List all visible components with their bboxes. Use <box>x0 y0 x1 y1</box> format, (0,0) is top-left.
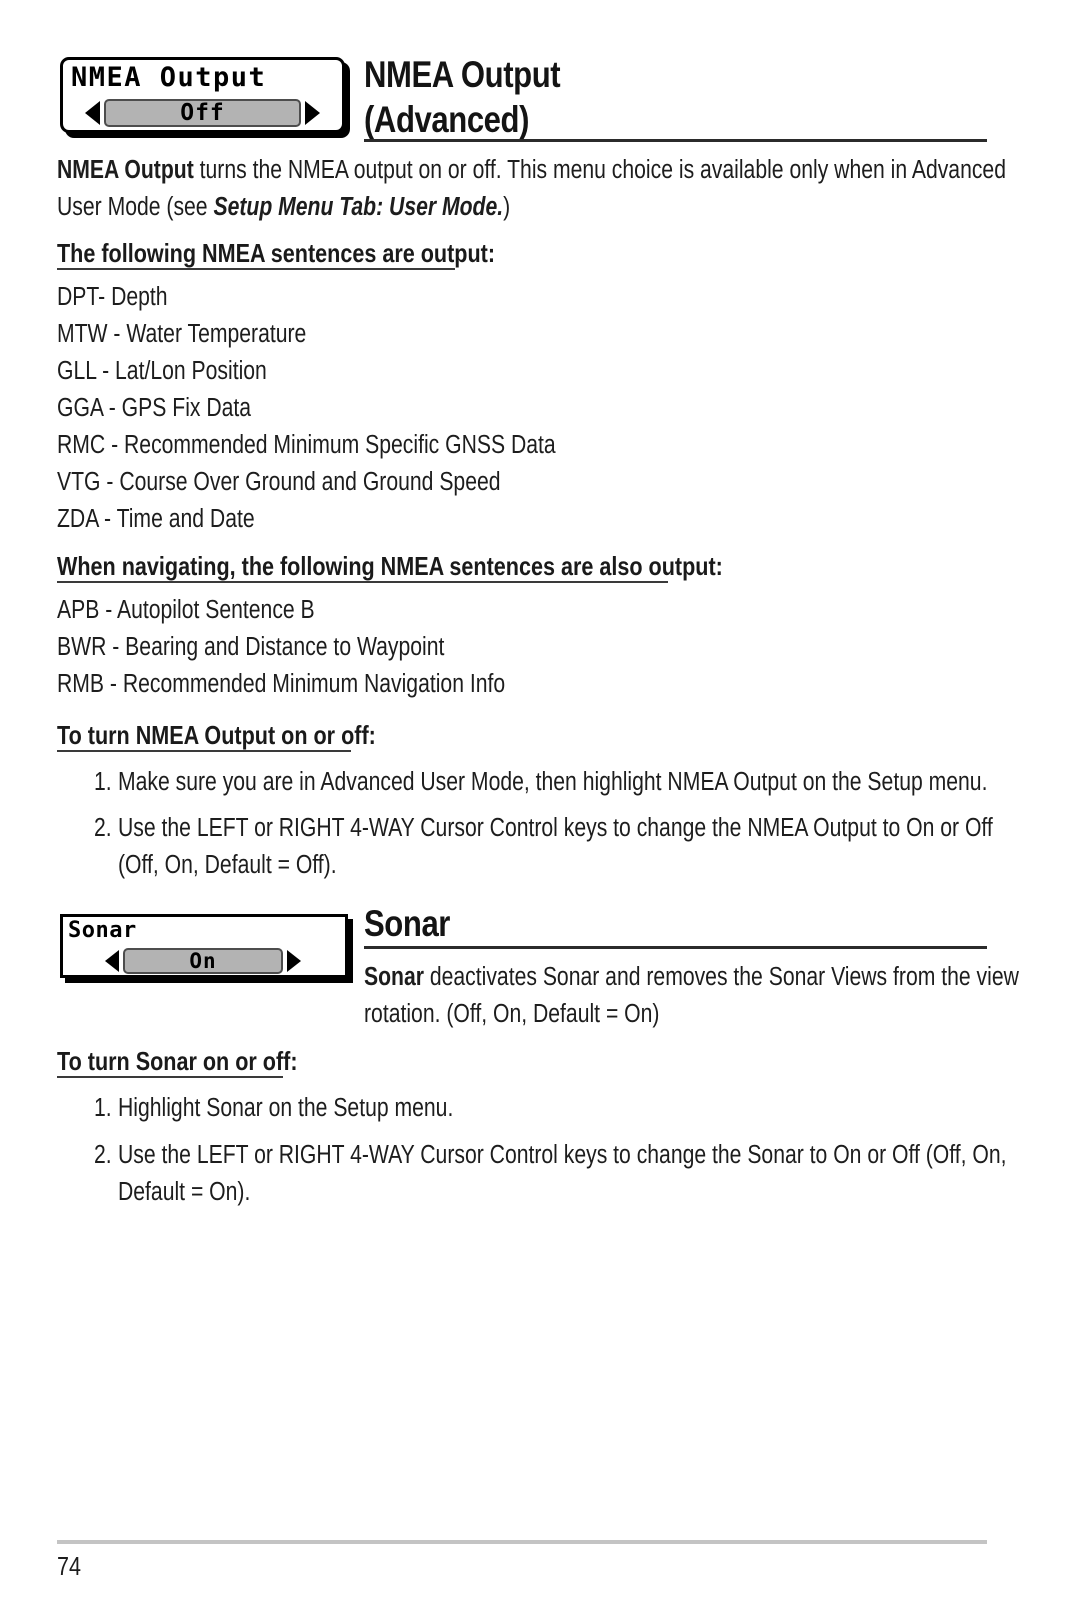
left-arrow-icon[interactable] <box>85 101 100 125</box>
right-arrow-icon[interactable] <box>287 950 301 972</box>
sonar-menu-selector[interactable]: On <box>105 948 305 974</box>
page-subtitle: (Advanced) <box>364 99 530 140</box>
nmea-sentences-heading-underline <box>57 268 455 270</box>
footer-divider <box>57 1540 987 1544</box>
nmea-intro-line-2: User Mode (see Setup Menu Tab: User Mode… <box>57 189 603 226</box>
page-title: NMEA Output <box>364 54 561 95</box>
nmea-sentence-item: GLL - Lat/Lon Position <box>57 357 267 385</box>
sonar-steps-heading: To turn Sonar on or off: <box>57 1046 298 1076</box>
manual-page: NMEA Output Off NMEA Output (Advanced) N… <box>0 0 1080 1620</box>
nmea-navigating-heading: When navigating, the following NMEA sent… <box>57 551 723 581</box>
sonar-step-text: Use the LEFT or RIGHT 4-WAY Cursor Contr… <box>118 1141 1007 1169</box>
nmea-sentence-item: ZDA - Time and Date <box>57 505 255 533</box>
sonar-title-divider <box>364 946 987 949</box>
sonar-intro-rest: deactivates Sonar and removes the Sonar … <box>423 963 1019 991</box>
nmea-step-number: 1. <box>93 768 112 796</box>
nmea-step-number: 2. <box>93 814 112 842</box>
nmea-step-text: Make sure you are in Advanced User Mode,… <box>118 768 988 796</box>
nmea-sentence-item: RMC - Recommended Minimum Specific GNSS … <box>57 431 556 459</box>
nmea-sentence-item: MTW - Water Temperature <box>57 320 307 348</box>
nmea-output-value-box[interactable]: Off <box>104 99 301 127</box>
nmea-navigating-heading-underline <box>57 581 668 583</box>
sonar-step-number: 1. <box>93 1094 112 1122</box>
sonar-intro-bold: Sonar <box>364 963 424 991</box>
nmea-intro-line-1: NMEA Output turns the NMEA output on or … <box>57 152 1080 189</box>
sonar-step-number: 2. <box>93 1141 112 1169</box>
sonar-step-text: Default = On). <box>118 1178 251 1206</box>
sonar-steps-heading-underline <box>57 1076 283 1078</box>
nmea-steps-heading: To turn NMEA Output on or off: <box>57 720 376 750</box>
page-number: 74 <box>57 1551 82 1581</box>
sonar-intro-line-1: Sonar deactivates Sonar and removes the … <box>364 959 1080 996</box>
sonar-title: Sonar <box>364 903 450 944</box>
nmea-sentence-item: GGA - GPS Fix Data <box>57 394 252 422</box>
nmea-sentences-heading: The following NMEA sentences are output: <box>57 238 496 268</box>
title-divider <box>364 139 987 142</box>
nmea-intro-post: ) <box>503 193 511 221</box>
nmea-intro-reference: Setup Menu Tab: User Mode. <box>213 193 504 221</box>
nmea-intro-bold: NMEA Output <box>57 156 194 184</box>
nmea-nav-sentence-item: BWR - Bearing and Distance to Waypoint <box>57 633 445 661</box>
nmea-output-menu-label: NMEA Output <box>71 62 267 93</box>
right-arrow-icon[interactable] <box>305 101 320 125</box>
left-arrow-icon[interactable] <box>105 950 119 972</box>
nmea-sentence-item: VTG - Course Over Ground and Ground Spee… <box>57 468 501 496</box>
sonar-menu-label: Sonar <box>68 918 137 943</box>
nmea-step-text: (Off, On, Default = Off). <box>118 851 337 879</box>
nmea-nav-sentence-item: RMB - Recommended Minimum Navigation Inf… <box>57 670 506 698</box>
nmea-steps-heading-underline <box>57 750 351 752</box>
nmea-intro-rest: turns the NMEA output on or off. This me… <box>193 156 1006 184</box>
nmea-intro-pre: User Mode (see <box>57 193 214 221</box>
nmea-nav-sentence-item: APB - Autopilot Sentence B <box>57 596 315 624</box>
sonar-intro-line-2: rotation. (Off, On, Default = On) <box>364 1000 660 1028</box>
nmea-output-menu-selector[interactable]: Off <box>85 98 320 128</box>
sonar-step-text: Highlight Sonar on the Setup menu. <box>118 1094 454 1122</box>
nmea-sentence-item: DPT- Depth <box>57 283 168 311</box>
sonar-value-box[interactable]: On <box>123 948 283 974</box>
nmea-step-text: Use the LEFT or RIGHT 4-WAY Cursor Contr… <box>118 814 993 842</box>
